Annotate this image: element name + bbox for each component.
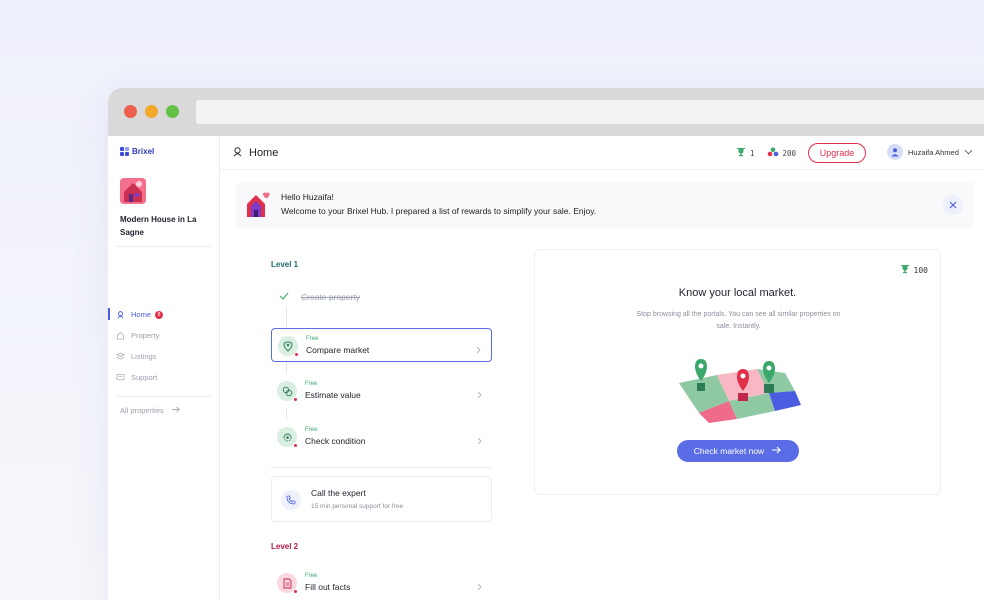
check-market-label: Check market now — [693, 446, 765, 456]
notification-badge: 8 — [155, 310, 164, 319]
house-heart-icon — [244, 191, 270, 219]
avatar — [887, 144, 903, 160]
check-icon — [279, 292, 289, 302]
call-expert-card[interactable]: Call the expert 15 min personal support … — [271, 476, 492, 522]
brand-name: Brixel — [132, 147, 155, 156]
chevron-right-icon — [477, 432, 482, 450]
step-tag: Free — [305, 427, 318, 433]
divider — [116, 396, 211, 397]
home-icon — [232, 146, 243, 160]
status-dot — [293, 443, 298, 448]
map-pin-icon — [278, 336, 299, 357]
user-name: Huzaifa Ahmed — [908, 147, 959, 157]
sidebar-item-property[interactable]: Property — [108, 325, 220, 346]
sidebar-item-support[interactable]: Support — [108, 367, 220, 388]
phone-icon — [281, 490, 301, 510]
reward-points-value: 100 — [913, 265, 928, 275]
step-estimate-value[interactable]: Free Estimate value — [271, 374, 492, 408]
upgrade-button[interactable]: Upgrade — [808, 143, 866, 163]
detail-title: Know your local market. — [678, 287, 797, 299]
chevron-right-icon — [477, 386, 482, 404]
brand-logo[interactable]: Brixel — [120, 147, 154, 156]
user-menu[interactable]: Huzaifa Ahmed — [887, 144, 973, 160]
sidebar: Brixel Modern House in La Sagne Home 8 P… — [108, 136, 220, 600]
call-expert-subtitle: 15 min personal support for free — [311, 503, 404, 510]
status-dot — [293, 397, 298, 402]
minimize-window-button[interactable] — [145, 105, 158, 118]
all-properties-label: All properties — [120, 406, 164, 415]
market-detail-card: 100 Know your local market. Stop browsin… — [534, 249, 941, 495]
page-title: Home — [232, 146, 278, 160]
trophy-count: 1 — [750, 148, 755, 158]
divider — [116, 246, 211, 247]
completed-step: Create property — [279, 292, 360, 302]
trophy-icon — [900, 264, 910, 276]
call-expert-title: Call the expert — [311, 488, 366, 498]
step-connector — [286, 306, 287, 328]
step-tag: Free — [306, 336, 319, 342]
chevron-right-icon — [477, 578, 482, 596]
top-bar: Home 1 200 Upgrade Huzaifa Ahmed — [220, 136, 984, 170]
reward-points: 100 — [900, 264, 928, 276]
banner-message: Welcome to your Brixel Hub. I prepared a… — [281, 206, 597, 216]
step-title: Estimate value — [305, 390, 361, 400]
welcome-banner: Hello Huzaifa! Welcome to your Brixel Hu… — [236, 182, 974, 228]
logo-icon — [120, 147, 129, 156]
listing-icon — [116, 352, 125, 361]
step-tag: Free — [305, 381, 318, 387]
sidebar-item-label: Home — [131, 310, 152, 319]
divider — [271, 467, 492, 468]
sidebar-item-label: Listings — [131, 352, 157, 361]
step-tag: Free — [305, 573, 318, 579]
banner-greeting: Hello Huzaifa! — [281, 192, 334, 202]
step-connector — [286, 362, 287, 374]
all-properties-link[interactable]: All properties — [120, 406, 181, 415]
coins-icon — [277, 381, 298, 402]
property-name[interactable]: Modern House in La Sagne — [120, 213, 212, 239]
step-fill-out-facts[interactable]: Free Fill out facts — [271, 566, 492, 600]
status-dot — [293, 589, 298, 594]
sidebar-item-label: Property — [131, 331, 160, 340]
reward-stats: 1 200 — [736, 147, 796, 159]
browser-chrome — [108, 88, 984, 136]
step-compare-market[interactable]: Free Compare market — [271, 328, 492, 362]
completed-step-title: Create property — [301, 292, 361, 302]
document-icon — [277, 573, 298, 594]
sidebar-item-listings[interactable]: Listings — [108, 346, 220, 367]
level-2-heading: Level 2 — [271, 542, 299, 551]
market-map-illustration — [677, 353, 801, 423]
sidebar-item-label: Support — [131, 373, 158, 382]
step-check-condition[interactable]: Free Check condition — [271, 420, 492, 454]
step-connector — [286, 408, 287, 420]
maximize-window-button[interactable] — [166, 105, 179, 118]
level-1-heading: Level 1 — [271, 260, 299, 269]
trophy-icon — [736, 147, 746, 159]
sidebar-nav: Home 8 Property Listings Support — [108, 304, 220, 388]
address-bar[interactable] — [196, 100, 984, 124]
points-count: 200 — [782, 148, 797, 158]
browser-window: Brixel Modern House in La Sagne Home 8 P… — [108, 88, 984, 600]
close-banner-button[interactable] — [943, 195, 963, 215]
detail-description: Stop browsing all the portals. You can s… — [636, 311, 841, 330]
refresh-search-icon — [277, 427, 298, 448]
check-market-button[interactable]: Check market now — [677, 440, 799, 462]
points-icon — [767, 147, 779, 159]
close-icon — [949, 196, 957, 214]
chevron-right-icon — [476, 341, 481, 359]
close-window-button[interactable] — [124, 105, 137, 118]
property-thumbnail[interactable] — [120, 178, 146, 204]
chevron-down-icon — [964, 148, 973, 157]
step-title: Check condition — [305, 436, 366, 446]
arrow-right-icon — [171, 406, 181, 415]
step-title: Compare market — [306, 345, 370, 355]
step-title: Fill out facts — [305, 582, 351, 592]
sidebar-item-home[interactable]: Home 8 — [108, 304, 220, 325]
arrow-right-icon — [772, 446, 782, 456]
home-icon — [116, 310, 125, 319]
house-icon — [116, 331, 125, 340]
page-title-text: Home — [249, 147, 279, 159]
support-icon — [116, 373, 125, 382]
status-dot — [294, 352, 299, 357]
